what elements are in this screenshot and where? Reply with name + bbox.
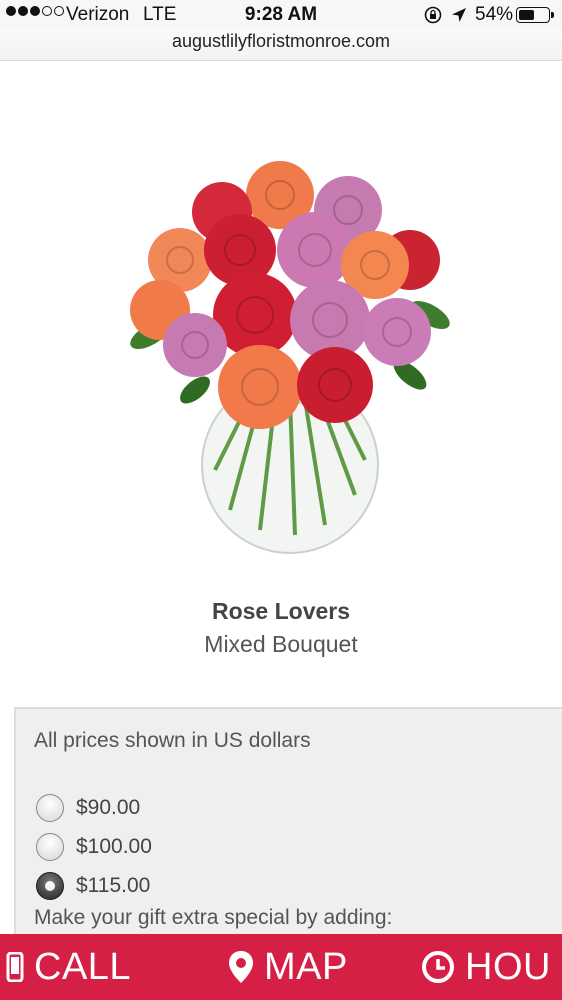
price-radio-90[interactable] [36,794,64,822]
price-label[interactable]: $115.00 [76,874,150,898]
price-radio-115[interactable] [36,872,64,900]
price-options-panel: All prices shown in US dollars $90.00 $1… [14,707,562,967]
hours-button[interactable]: HOU [421,934,551,1000]
call-button[interactable]: CALL [6,934,131,1000]
bouquet-image [130,161,450,554]
price-label[interactable]: $90.00 [76,796,140,820]
phone-icon [6,952,24,982]
add-ons-heading: Make your gift extra special by adding: [34,906,393,929]
rotation-lock-icon [424,6,442,24]
battery-tip [551,12,554,18]
address-bar[interactable]: augustlilyfloristmonroe.com [0,30,562,61]
product-subtitle: Mixed Bouquet [204,631,358,657]
map-label[interactable]: MAP [264,946,348,989]
price-label[interactable]: $100.00 [76,835,152,859]
price-radio-100[interactable] [36,833,64,861]
location-arrow-icon [452,8,466,22]
bottom-action-bar: CALL MAP HOU [0,934,562,1000]
clock-icon [422,951,454,983]
battery-icon [516,7,550,23]
price-option-100[interactable]: $100.00 [36,832,152,862]
map-button[interactable]: MAP [228,934,348,1000]
map-pin-icon [229,951,253,983]
call-label[interactable]: CALL [34,946,131,989]
product-name: Rose Lovers [211,598,351,624]
price-option-90[interactable]: $90.00 [36,793,140,823]
url-text[interactable]: augustlilyfloristmonroe.com [172,31,390,51]
battery-percent: 54% [475,4,514,25]
status-bar: Verizon LTE 9:28 AM 54% [0,0,562,30]
hours-label[interactable]: HOU [465,946,551,989]
currency-note: All prices shown in US dollars [34,729,311,752]
price-option-115[interactable]: $115.00 [36,871,150,901]
